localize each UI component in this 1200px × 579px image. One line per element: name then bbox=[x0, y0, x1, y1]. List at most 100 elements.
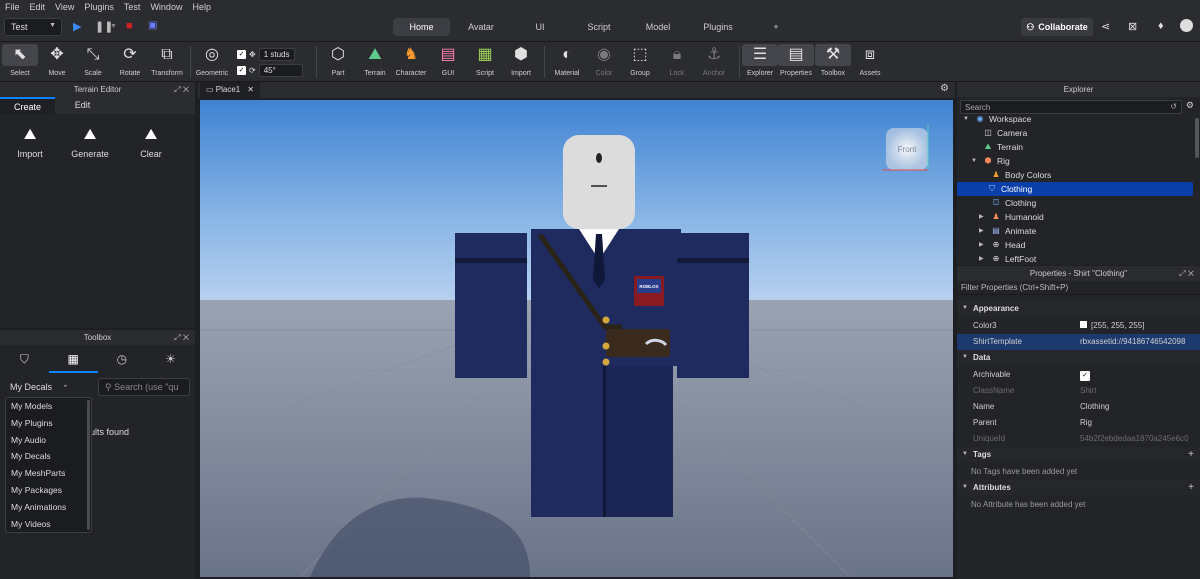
menu-view[interactable]: View bbox=[50, 2, 79, 12]
tree-node-workspace[interactable]: ▼ ◉ Workspace bbox=[963, 115, 1031, 126]
inventory-icon[interactable]: ▦ bbox=[48, 345, 98, 373]
menu-file[interactable]: File bbox=[0, 2, 25, 12]
tree-node-clothing-shirt[interactable]: ⛉ Clothing bbox=[957, 182, 1193, 196]
studs-field[interactable]: 1 studs bbox=[258, 48, 295, 61]
tree-node-head[interactable]: ▶ ⊕ Head bbox=[979, 238, 1025, 252]
section-attributes[interactable]: ▼ Attributes + bbox=[957, 480, 1200, 495]
add-tag-icon[interactable]: + bbox=[1188, 447, 1194, 462]
chevron-down-icon[interactable]: ▼ bbox=[110, 23, 117, 30]
terrain-clear-button[interactable]: ⛰ Clear bbox=[126, 126, 176, 159]
settings-icon[interactable]: ⚙ bbox=[1186, 100, 1194, 111]
tab-add[interactable]: + bbox=[769, 18, 783, 36]
anchor-tool[interactable]: ⚓︎ Anchor bbox=[696, 44, 732, 77]
tree-node-body-colors[interactable]: ♟ Body Colors bbox=[979, 168, 1051, 182]
tab-script[interactable]: Script bbox=[582, 18, 616, 36]
tab-plugins[interactable]: Plugins bbox=[700, 18, 736, 36]
terrain-import-button[interactable]: ⛰ Import bbox=[5, 126, 55, 159]
gui-tool[interactable]: ▤ GUI bbox=[430, 44, 466, 77]
script-tool[interactable]: ▦ Script bbox=[467, 44, 503, 77]
option-my-videos[interactable]: My Videos bbox=[6, 516, 91, 533]
close-icon[interactable]: ✕ bbox=[247, 82, 254, 98]
section-appearance[interactable]: ▼ Appearance bbox=[957, 301, 1200, 316]
assets-tool[interactable]: ⧈ Assets bbox=[852, 44, 888, 77]
color-tool[interactable]: ◉ Color bbox=[586, 44, 622, 77]
tab-home[interactable]: Home bbox=[393, 18, 450, 36]
avatar[interactable] bbox=[1180, 19, 1193, 32]
tree-node-humanoid[interactable]: ▶ ♟ Humanoid bbox=[979, 210, 1044, 224]
move-snap-row[interactable]: ✓ ✥ 1 studs bbox=[237, 48, 295, 61]
history-icon[interactable]: ↺ bbox=[1170, 101, 1177, 112]
share-icon[interactable]: ⋖ bbox=[1101, 20, 1110, 33]
rotate-tool[interactable]: ⟳ Rotate bbox=[112, 44, 148, 77]
tree-node-camera[interactable]: ◫ Camera bbox=[971, 126, 1027, 140]
mode-select[interactable]: Test ▼ bbox=[4, 18, 62, 36]
prop-value[interactable]: Rig bbox=[1080, 415, 1195, 431]
bell-icon[interactable]: ♦ bbox=[1158, 20, 1164, 32]
option-my-models[interactable]: My Models bbox=[6, 398, 91, 415]
menu-test[interactable]: Test bbox=[119, 2, 146, 12]
move-tool[interactable]: ✥ Move bbox=[39, 44, 75, 77]
scrollbar[interactable] bbox=[1195, 118, 1199, 158]
tree-node-leftfoot[interactable]: ▶ ⊕ LeftFoot bbox=[979, 252, 1036, 265]
tab-place1[interactable]: ▭ Place1 ✕ bbox=[200, 82, 260, 98]
toolbox-search-input[interactable]: ⚲ Search (use "qu bbox=[98, 378, 190, 396]
terrain-tool[interactable]: ⛰ Terrain bbox=[357, 44, 393, 77]
prop-color3[interactable]: Color3 [255, 255, 255] bbox=[957, 318, 1200, 334]
option-my-animations[interactable]: My Animations bbox=[6, 499, 91, 516]
properties-tool[interactable]: ▤ Properties bbox=[778, 44, 814, 77]
gear-icon[interactable]: ⚙ bbox=[940, 83, 949, 94]
toolbox-tool[interactable]: ⚒ Toolbox bbox=[815, 44, 851, 77]
option-my-meshparts[interactable]: My MeshParts bbox=[6, 465, 91, 482]
select-tool[interactable]: ⬉ Select bbox=[2, 44, 38, 77]
recent-icon[interactable]: ◷ bbox=[98, 345, 147, 373]
device-icon[interactable]: ▣ bbox=[148, 20, 157, 31]
checkbox-icon[interactable]: ✓ bbox=[237, 50, 246, 59]
explorer-search-input[interactable]: Search ↺ bbox=[960, 100, 1182, 114]
tab-model[interactable]: Model bbox=[642, 18, 674, 36]
terrain-generate-button[interactable]: ⛰ Generate bbox=[65, 126, 115, 159]
filter-properties-input[interactable]: Filter Properties (Ctrl+Shift+P) bbox=[957, 281, 1200, 295]
explorer-tool[interactable]: ☰ Explorer bbox=[742, 44, 778, 77]
material-tool[interactable]: ◐ Material bbox=[549, 44, 585, 77]
prop-name[interactable]: Name Clothing bbox=[957, 399, 1200, 415]
tree-node-terrain[interactable]: ⛰ Terrain bbox=[971, 140, 1023, 154]
checkbox-icon[interactable]: ✓ bbox=[1080, 371, 1090, 381]
tree-node-rig[interactable]: ▼ ⬢ Rig bbox=[971, 154, 1010, 168]
tree-node-clothing-pants[interactable]: ⛋ Clothing bbox=[979, 196, 1036, 210]
play-icon[interactable]: ▶ bbox=[73, 20, 81, 33]
tab-ui[interactable]: UI bbox=[528, 18, 552, 36]
grid-icon[interactable]: ⊠ bbox=[1128, 20, 1137, 33]
chevron-right-icon[interactable]: ▶ bbox=[979, 224, 987, 238]
3d-viewport[interactable]: ROBLOX Front bbox=[200, 100, 953, 577]
add-attribute-icon[interactable]: + bbox=[1188, 480, 1194, 495]
stop-icon[interactable]: ■ bbox=[126, 20, 133, 32]
chevron-right-icon[interactable]: ▶ bbox=[979, 210, 987, 224]
geometric-tool[interactable]: ◎ Geometric bbox=[194, 44, 230, 77]
collaborate-button[interactable]: ⚇ Collaborate bbox=[1021, 18, 1093, 36]
tab-edit[interactable]: Edit bbox=[55, 97, 110, 114]
section-data[interactable]: ▼ Data bbox=[957, 350, 1200, 365]
tab-avatar[interactable]: Avatar bbox=[460, 18, 502, 36]
transform-tool[interactable]: ⧉ Transform bbox=[149, 44, 185, 77]
degrees-field[interactable]: 45° bbox=[258, 64, 303, 77]
menu-edit[interactable]: Edit bbox=[25, 2, 51, 12]
option-my-audio[interactable]: My Audio bbox=[6, 432, 91, 449]
prop-value[interactable]: Clothing bbox=[1080, 399, 1195, 415]
checkbox-icon[interactable]: ✓ bbox=[237, 66, 246, 75]
option-my-plugins[interactable]: My Plugins bbox=[6, 415, 91, 432]
prop-value[interactable]: [255, 255, 255] bbox=[1080, 318, 1195, 334]
chevron-right-icon[interactable]: ▶ bbox=[979, 238, 987, 252]
menu-plugins[interactable]: Plugins bbox=[79, 2, 119, 12]
group-tool[interactable]: ⬚ Group bbox=[622, 44, 658, 77]
section-tags[interactable]: ▼ Tags + bbox=[957, 447, 1200, 462]
tree-node-animate[interactable]: ▶ ▤ Animate bbox=[979, 224, 1036, 238]
lock-tool[interactable]: 🔒︎ Lock bbox=[659, 44, 695, 77]
tab-create[interactable]: Create bbox=[0, 97, 55, 114]
prop-shirttemplate[interactable]: ShirtTemplate rbxassetid://94186746542098 bbox=[957, 334, 1200, 350]
option-my-decals[interactable]: My Decals bbox=[6, 448, 91, 465]
scrollbar[interactable] bbox=[87, 400, 90, 530]
menu-window[interactable]: Window bbox=[145, 2, 187, 12]
option-my-packages[interactable]: My Packages bbox=[6, 482, 91, 499]
creations-icon[interactable]: ☀ bbox=[146, 345, 195, 373]
category-select[interactable]: My Decals ⌃ bbox=[10, 382, 68, 392]
